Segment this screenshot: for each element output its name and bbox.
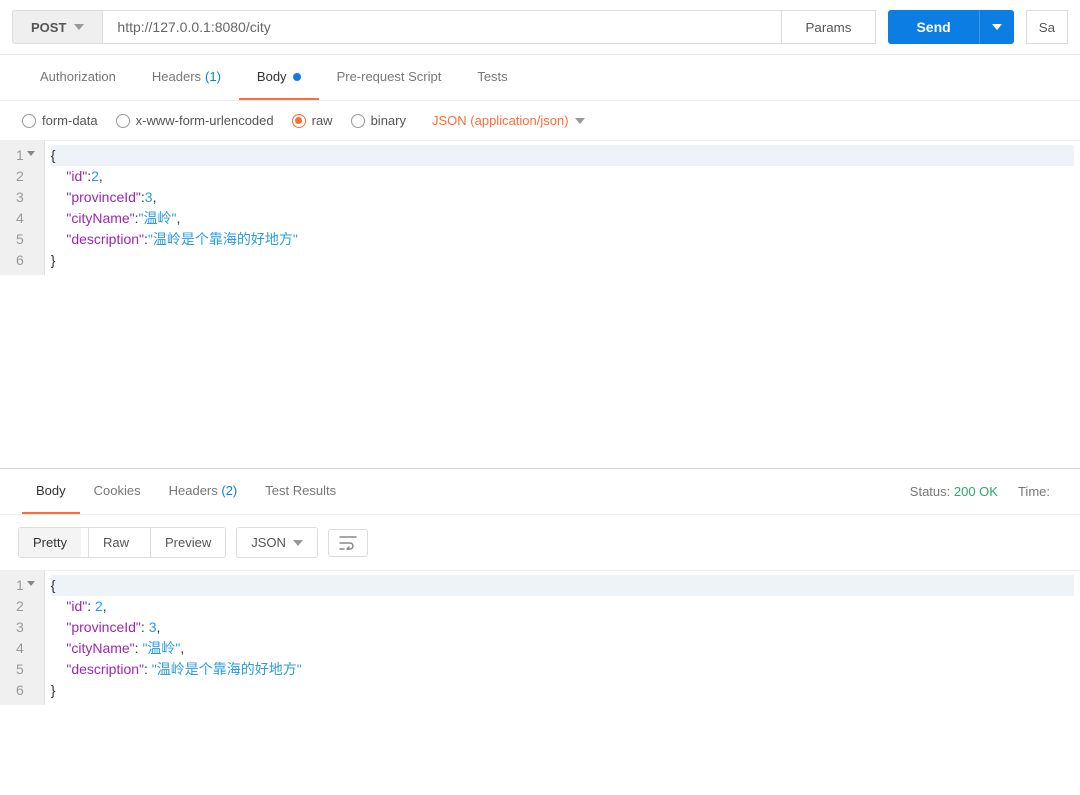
tab-label: Headers [169, 483, 218, 498]
code-token: } [51, 252, 56, 268]
code-token: "cityName" [66, 210, 134, 226]
method-label: POST [31, 20, 66, 35]
radio-binary[interactable]: binary [351, 113, 406, 128]
status-label: Status: [910, 484, 950, 499]
tab-resp-headers[interactable]: Headers (2) [155, 469, 252, 514]
tab-resp-cookies[interactable]: Cookies [80, 469, 155, 514]
line-number: 2 [16, 166, 34, 187]
chevron-down-icon [992, 24, 1002, 30]
line-number: 1 [16, 577, 24, 593]
line-number: 1 [16, 147, 24, 163]
radio-label: binary [371, 113, 406, 128]
format-select[interactable]: JSON [236, 527, 318, 558]
header-count: (2) [221, 483, 237, 498]
radio-icon [22, 114, 36, 128]
line-number: 5 [16, 229, 34, 250]
code-token: "cityName" [66, 640, 134, 656]
http-method-select[interactable]: POST [12, 10, 103, 44]
radio-icon [116, 114, 130, 128]
radio-label: x-www-form-urlencoded [136, 113, 274, 128]
tab-resp-body[interactable]: Body [22, 469, 80, 514]
unsaved-dot-icon [293, 73, 301, 81]
code-token: "provinceId" [66, 619, 141, 635]
header-count: (1) [205, 69, 221, 84]
code-token: "description" [66, 661, 144, 677]
radio-label: form-data [42, 113, 98, 128]
line-number: 3 [16, 187, 34, 208]
tab-label: Authorization [40, 69, 116, 84]
view-raw[interactable]: Raw [88, 528, 143, 557]
tab-label: Headers [152, 69, 201, 84]
code-token: 3 [145, 189, 153, 205]
radio-raw[interactable]: raw [292, 113, 333, 128]
line-number: 4 [16, 208, 34, 229]
line-number: 6 [16, 250, 34, 271]
code-token: "id" [66, 598, 87, 614]
tab-headers[interactable]: Headers (1) [134, 55, 239, 100]
radio-icon [351, 114, 365, 128]
code-token: "id" [66, 168, 87, 184]
response-view-bar: Pretty Raw Preview JSON [0, 515, 1080, 571]
response-meta: Status: 200 OK Time: [910, 484, 1058, 499]
line-number: 4 [16, 638, 34, 659]
code-content[interactable]: { "id":2, "provinceId":3, "cityName":"温岭… [45, 141, 1080, 275]
tab-resp-tests[interactable]: Test Results [251, 469, 350, 514]
fold-icon [27, 581, 35, 586]
wrap-lines-button[interactable] [328, 529, 368, 557]
view-pretty[interactable]: Pretty [19, 528, 81, 557]
code-token: "温岭" [139, 210, 177, 226]
code-token: { [51, 577, 56, 593]
tab-label: Tests [477, 69, 507, 84]
chevron-down-icon [575, 118, 585, 124]
code-token: "温岭是个靠海的好地方" [152, 661, 302, 677]
status-value: 200 OK [954, 484, 998, 499]
view-mode-toggle: Pretty Raw Preview [18, 527, 226, 558]
code-token: 2 [95, 598, 103, 614]
url-input[interactable] [103, 10, 781, 44]
send-button[interactable]: Send [888, 10, 978, 44]
request-url-bar: POST Params Send Sa [0, 0, 1080, 55]
radio-icon [292, 114, 306, 128]
line-number: 3 [16, 617, 34, 638]
save-button[interactable]: Sa [1026, 10, 1068, 44]
view-preview[interactable]: Preview [150, 528, 225, 557]
radio-form-data[interactable]: form-data [22, 113, 98, 128]
body-type-options: form-data x-www-form-urlencoded raw bina… [0, 101, 1080, 141]
fold-icon [27, 151, 35, 156]
code-token: } [51, 682, 56, 698]
content-type-label: JSON (application/json) [432, 113, 569, 128]
code-token: "温岭" [142, 640, 180, 656]
code-token: "provinceId" [66, 189, 141, 205]
line-gutter: 1 2 3 4 5 6 [0, 141, 45, 275]
response-tabs: Body Cookies Headers (2) Test Results St… [0, 469, 1080, 515]
radio-urlencoded[interactable]: x-www-form-urlencoded [116, 113, 274, 128]
line-number: 2 [16, 596, 34, 617]
line-number: 6 [16, 680, 34, 701]
chevron-down-icon [74, 24, 84, 30]
content-type-select[interactable]: JSON (application/json) [432, 113, 585, 128]
tab-body[interactable]: Body [239, 55, 319, 100]
time-label: Time: [1018, 484, 1050, 499]
code-content[interactable]: { "id": 2, "provinceId": 3, "cityName": … [45, 571, 1080, 705]
params-button[interactable]: Params [782, 10, 877, 44]
code-token: "温岭是个靠海的好地方" [148, 231, 298, 247]
line-gutter: 1 2 3 4 5 6 [0, 571, 45, 705]
tab-label: Body [257, 69, 287, 84]
request-tabs: Authorization Headers (1) Body Pre-reque… [0, 55, 1080, 101]
format-label: JSON [251, 535, 286, 550]
tab-tests[interactable]: Tests [459, 55, 525, 100]
code-token: "description" [66, 231, 144, 247]
response-body-editor[interactable]: 1 2 3 4 5 6 { "id": 2, "provinceId": 3, … [0, 571, 1080, 771]
request-body-editor[interactable]: 1 2 3 4 5 6 { "id":2, "provinceId":3, "c… [0, 141, 1080, 469]
line-number: 5 [16, 659, 34, 680]
wrap-icon [339, 536, 357, 550]
tab-label: Pre-request Script [337, 69, 442, 84]
radio-label: raw [312, 113, 333, 128]
chevron-down-icon [293, 540, 303, 546]
code-token: 2 [91, 168, 99, 184]
tab-authorization[interactable]: Authorization [22, 55, 134, 100]
code-token: { [51, 147, 56, 163]
tab-prerequest[interactable]: Pre-request Script [319, 55, 460, 100]
send-dropdown[interactable] [979, 10, 1014, 44]
